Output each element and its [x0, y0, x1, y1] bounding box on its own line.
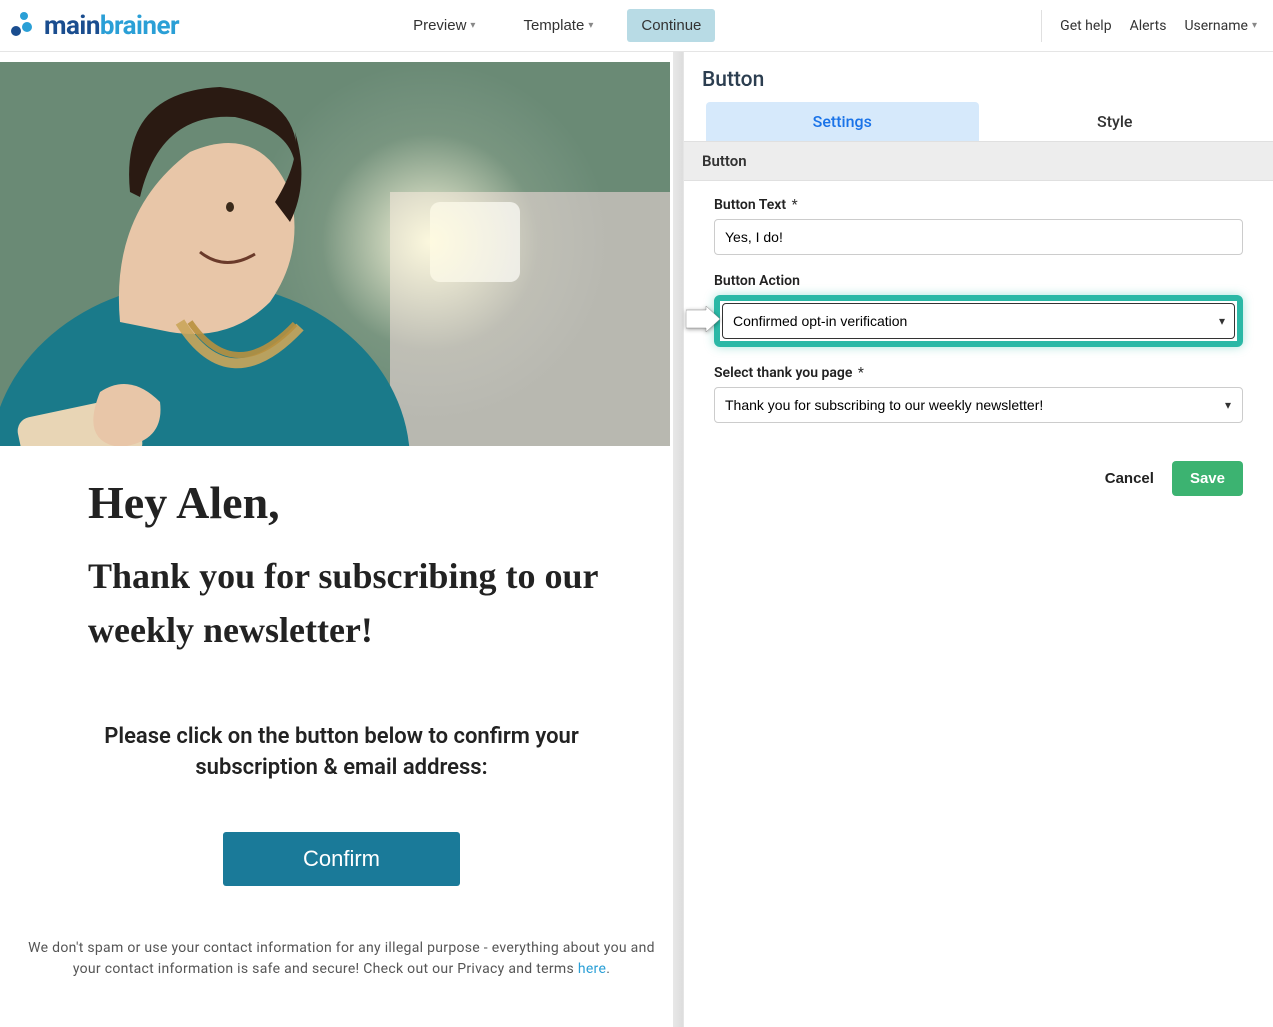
button-text-input[interactable]	[714, 219, 1243, 255]
continue-button[interactable]: Continue	[627, 9, 715, 42]
save-button[interactable]: Save	[1172, 461, 1243, 496]
tab-strip: Settings Style	[684, 102, 1273, 141]
section-header: Button	[684, 141, 1273, 181]
instruction-text: Please click on the button below to conf…	[60, 722, 623, 784]
email-preview-pane: Hey Alen, Thank you for subscribing to o…	[0, 52, 683, 1027]
alerts-link[interactable]: Alerts	[1130, 18, 1167, 34]
caret-down-icon: ▾	[470, 20, 475, 31]
footnote-body: We don't spam or use your contact inform…	[28, 940, 655, 978]
template-label: Template	[523, 17, 584, 34]
properties-panel: Button Settings Style Button Button Text…	[683, 52, 1273, 1027]
thankyou-text: Thank you for subscribing to our weekly …	[88, 549, 623, 657]
logo-mark-icon	[8, 9, 38, 43]
thankyou-page-select[interactable]	[714, 387, 1243, 423]
greeting-text: Hey Alen,	[88, 476, 683, 529]
button-action-select[interactable]	[722, 303, 1235, 339]
preview-label: Preview	[413, 17, 466, 34]
logo-text: mainbrainer	[44, 11, 179, 41]
cancel-button[interactable]: Cancel	[1099, 462, 1160, 495]
caret-down-icon: ▾	[1252, 20, 1257, 31]
button-action-label: Button Action	[714, 273, 1243, 289]
preview-menu[interactable]: Preview ▾	[399, 9, 489, 42]
callout-arrow-icon	[686, 306, 720, 336]
footnote-tail: .	[606, 961, 610, 977]
template-menu[interactable]: Template ▾	[509, 9, 607, 42]
hero-image	[0, 62, 670, 446]
username-label: Username	[1184, 18, 1248, 34]
button-action-highlight: ▾	[714, 295, 1243, 347]
thankyou-page-label: Select thank you page *	[714, 365, 1243, 381]
thankyou-select-wrap: ▾	[714, 387, 1243, 423]
footnote-text: We don't spam or use your contact inform…	[24, 938, 659, 981]
button-text-label: Button Text *	[714, 197, 1243, 213]
panel-title: Button	[684, 52, 1273, 102]
confirm-button[interactable]: Confirm	[223, 832, 460, 886]
continue-label: Continue	[641, 17, 701, 34]
caret-down-icon: ▾	[588, 20, 593, 31]
footnote-link[interactable]: here	[578, 961, 606, 977]
separator	[1041, 10, 1042, 42]
logo[interactable]: mainbrainer	[8, 9, 179, 43]
tab-style[interactable]: Style	[979, 102, 1252, 141]
topbar: mainbrainer Preview ▾ Template ▾ Continu…	[0, 0, 1273, 52]
get-help-link[interactable]: Get help	[1060, 18, 1111, 34]
username-menu[interactable]: Username ▾	[1184, 18, 1257, 34]
tab-settings[interactable]: Settings	[706, 102, 979, 141]
